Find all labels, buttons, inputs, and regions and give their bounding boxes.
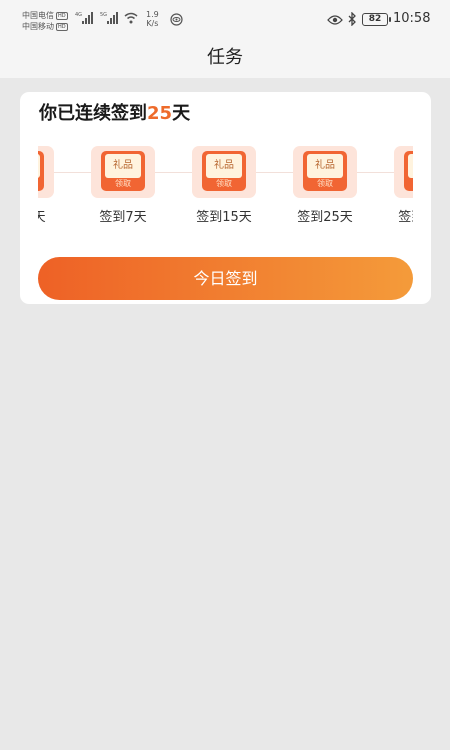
streak-suffix: 天 [172, 103, 191, 124]
battery-icon: 82 [362, 13, 391, 26]
network-speed: 1.9 K/s [146, 10, 159, 28]
reward-caption: 签到25天 [297, 210, 353, 225]
clock: 10:58 [393, 11, 431, 26]
hd-badge-1: HD [56, 11, 68, 20]
claim-label: 领取 [317, 179, 333, 188]
eye-icon [327, 15, 343, 25]
claim-label: 领取 [404, 179, 413, 189]
gift-tile: 礼品 领取 [394, 146, 413, 198]
gift-label: 礼品 [206, 154, 242, 178]
gift-label: 礼品 [408, 154, 413, 178]
reward-item[interactable]: 礼品 领取 签到25天 [290, 144, 360, 234]
gift-icon: 礼品 领取 [202, 151, 246, 191]
streak-text: 你已连续签到25天 [39, 99, 190, 125]
carrier-info: 中国电信 HD 中国移动 HD [22, 10, 68, 32]
speed-value: 1.9 [146, 10, 159, 19]
wifi-icon [124, 12, 138, 24]
status-bar: 中国电信 HD 中国移动 HD 4G 5G 1.9 K/s 82 10:58 [0, 0, 450, 38]
gift-icon: 礼品 领取 [303, 151, 347, 191]
reward-caption: 签到30天 [398, 210, 413, 225]
checkin-today-button[interactable]: 今日签到 [38, 257, 413, 300]
network-type-2: 5G [100, 12, 108, 18]
streak-prefix: 你已连续签到 [39, 103, 147, 124]
rewards-carousel[interactable]: 礼品 领取 签到3天 礼品 领取 签到7天 礼品 领取 签到 [38, 144, 413, 234]
claim-label: 领取 [115, 179, 131, 188]
speed-unit: K/s [146, 19, 159, 28]
reward-item[interactable]: 礼品 领取 签到7天 [88, 144, 158, 234]
reward-item[interactable]: 礼品 领取 签到15天 [189, 144, 259, 234]
gift-tile: 礼品 领取 [293, 146, 357, 198]
reward-caption: 签到15天 [196, 210, 252, 225]
bluetooth-icon [348, 12, 356, 26]
hd-badge-2: HD [56, 22, 68, 31]
gift-tile: 礼品 领取 [38, 146, 54, 198]
gift-icon: 礼品 领取 [404, 151, 413, 191]
page-header: 任务 [0, 38, 450, 78]
claim-label: 领取 [38, 179, 44, 189]
eye-comfort-icon [170, 13, 183, 26]
checkin-card: 你已连续签到25天 礼品 领取 签到3天 礼品 领取 签到7天 [20, 92, 431, 304]
gift-icon: 礼品 领取 [38, 151, 44, 191]
signal-icon-2 [107, 12, 118, 24]
page-title: 任务 [207, 47, 243, 68]
signal-icon [82, 12, 93, 24]
reward-caption: 签到7天 [99, 210, 147, 225]
gift-tile: 礼品 领取 [192, 146, 256, 198]
gift-icon: 礼品 领取 [101, 151, 145, 191]
carrier-1: 中国电信 [22, 11, 54, 20]
gift-tile: 礼品 领取 [91, 146, 155, 198]
gift-label: 礼品 [307, 154, 343, 178]
streak-days: 25 [147, 103, 173, 124]
gift-label: 礼品 [105, 154, 141, 178]
network-type-1: 4G [75, 12, 83, 18]
reward-item[interactable]: 礼品 领取 签到30天 [391, 144, 413, 234]
gift-label: 礼品 [38, 154, 40, 178]
reward-item[interactable]: 礼品 领取 签到3天 [38, 144, 57, 234]
carrier-2: 中国移动 [22, 22, 54, 31]
claim-label: 领取 [216, 179, 232, 188]
